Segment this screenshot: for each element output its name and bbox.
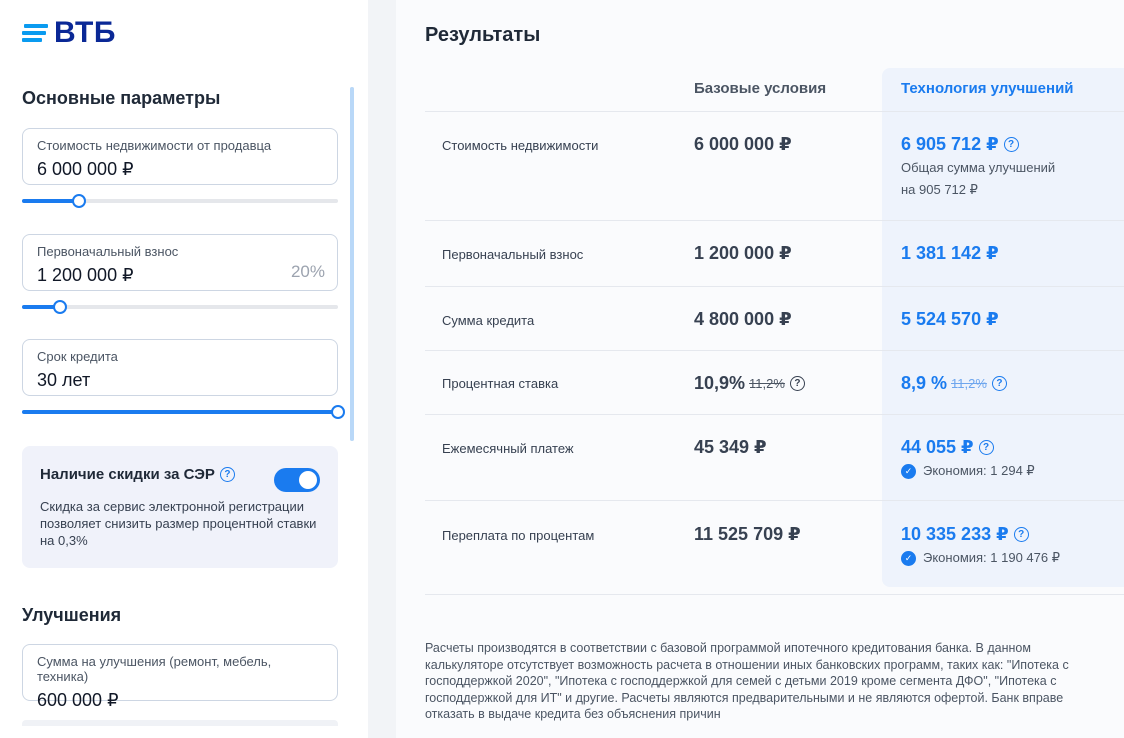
divider [425,111,1124,112]
property-price-value[interactable]: 6 000 000 ₽ [37,159,323,180]
down-payment-value[interactable]: 1 200 000 ₽ [37,265,323,286]
base-value: 6 000 000 ₽ [694,134,792,154]
check-icon: ✓ [901,550,916,566]
slider-fill [22,410,338,414]
divider [425,286,1124,287]
parameters-panel: ВТБ Основные параметры Стоимость недвижи… [0,0,368,738]
slider-knob[interactable] [331,405,345,419]
divider [425,414,1124,415]
down-payment-slider[interactable] [22,300,338,314]
down-payment-label: Первоначальный взнос [37,244,179,259]
loan-term-label: Срок кредита [37,349,118,364]
base-conditions-header: Базовые условия [694,80,827,97]
toggle-knob [299,471,317,489]
vtb-logo[interactable]: ВТБ [22,16,116,50]
slider-knob[interactable] [52,300,67,314]
row-label: Переплата по процентам [442,528,595,543]
loan-term-slider[interactable] [22,405,345,419]
old-rate: 11,2% [749,376,785,391]
saving-note: ✓ Экономия: 1 294 ₽ [901,463,1035,479]
base-value: 45 349 ₽ [694,437,767,457]
tech-note: Общая сумма улучшений [901,160,1056,175]
row-label: Сумма кредита [442,313,535,328]
tech-value: 6 905 712 ₽ ? [901,134,1019,155]
main-params-title: Основные параметры [22,88,221,108]
question-icon[interactable]: ? [978,440,994,455]
row-label: Стоимость недвижимости [442,138,599,153]
divider [425,500,1124,501]
base-value: 1 200 000 ₽ [694,243,792,263]
down-payment-percent: 20% [290,262,325,281]
scrollbar-thumb[interactable] [350,87,354,441]
loan-term-field[interactable]: Срок кредита 30 лет [22,339,338,396]
check-icon: ✓ [901,463,916,479]
tech-value: 1 381 142 ₽ [901,243,999,263]
old-rate: 11,2% [951,376,987,391]
base-value: 10,9% 11,2% ? [694,373,805,394]
question-icon[interactable]: ? [1013,527,1029,542]
saving-note: ✓ Экономия: 1 190 476 ₽ [901,550,1060,566]
property-price-label: Стоимость недвижимости от продавца [37,138,272,153]
base-value: 11 525 709 ₽ [694,524,801,544]
ser-discount-toggle[interactable] [274,468,320,492]
tech-value: 44 055 ₽ ? [901,437,994,458]
tech-value: 5 524 570 ₽ [901,309,999,329]
slider-knob[interactable] [71,194,86,208]
next-field-stub [22,720,338,726]
improvements-title: Улучшения [22,605,122,625]
base-value: 4 800 000 ₽ [694,309,792,329]
improvements-amount-field[interactable]: Сумма на улучшения (ремонт, мебель, техн… [22,644,338,710]
disclaimer-text: Расчеты производятся в соответствии с ба… [425,641,1069,721]
tech-value: 8,9 % 11,2% ? [901,373,1007,394]
row-label: Процентная ставка [442,376,559,391]
divider [425,594,1124,595]
question-icon[interactable]: ? [991,376,1007,391]
property-price-field[interactable]: Стоимость недвижимости от продавца 6 000… [22,128,338,185]
ser-discount-title: Наличие скидки за СЭР [40,466,215,483]
results-title: Результаты [425,24,541,46]
logo-text: ВТБ [54,16,116,49]
divider [425,220,1124,221]
row-label: Первоначальный взнос [442,247,584,262]
row-label: Ежемесячный платеж [442,441,574,456]
tech-value: 10 335 233 ₽ ? [901,524,1029,545]
improvements-amount-value[interactable]: 600 000 ₽ [37,690,323,711]
divider [425,350,1124,351]
question-icon[interactable]: ? [789,376,805,391]
question-icon[interactable]: ? [1003,137,1019,152]
property-price-slider[interactable] [22,194,338,208]
ser-discount-card: Наличие скидки за СЭР ? Скидка за сервис… [22,446,338,568]
ser-discount-description: Скидка за сервис электронной регистрации… [40,499,317,548]
logo-bars-icon [22,24,50,42]
question-icon[interactable]: ? [219,467,235,482]
results-panel: Результаты Базовые условия Технология ул… [396,0,1124,738]
tech-note: на 905 712 ₽ [901,182,978,197]
tech-improvements-header: Технология улучшений [901,80,1074,97]
slider-fill [22,199,79,203]
loan-term-value[interactable]: 30 лет [37,370,323,391]
improvements-amount-label: Сумма на улучшения (ремонт, мебель, техн… [37,654,272,684]
down-payment-field[interactable]: Первоначальный взнос 1 200 000 ₽ 20% [22,234,338,291]
